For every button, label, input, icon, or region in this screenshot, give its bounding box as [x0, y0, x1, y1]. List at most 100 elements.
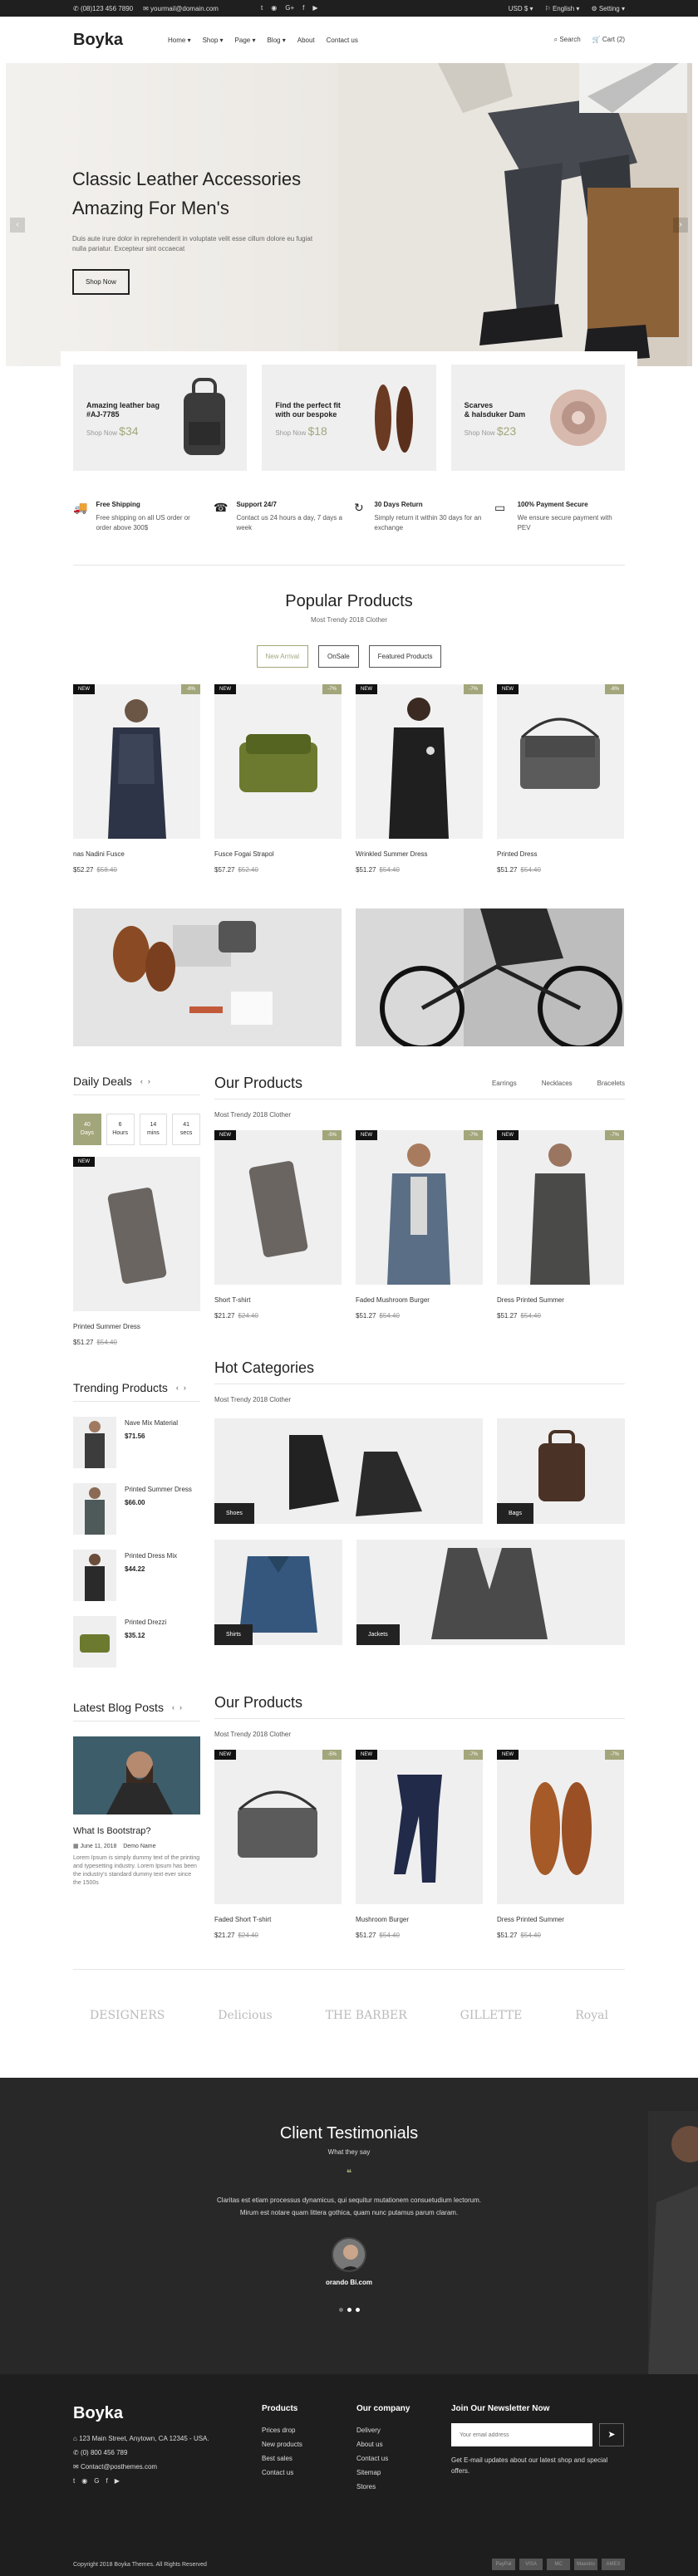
footer-link[interactable]: Prices drop	[262, 2423, 356, 2437]
promo-card[interactable]: Amazing leather bag #AJ-7785 Shop Now $3…	[73, 365, 248, 471]
cart-label[interactable]: Cart (2)	[602, 36, 625, 43]
product-name[interactable]: Faded Short T-shirt	[214, 1916, 342, 1923]
category-shirts[interactable]: Shirts	[214, 1540, 342, 1645]
trending-name[interactable]: Printed Dress Mix	[125, 1550, 177, 1560]
product-image[interactable]: NEW	[73, 1157, 200, 1311]
category-shoes[interactable]: Shoes	[214, 1418, 483, 1524]
tab-new-arrival[interactable]: New Arrival	[256, 645, 308, 668]
chevron-left-icon[interactable]: ‹	[176, 1383, 184, 1392]
trending-name[interactable]: Printed Summer Dress	[125, 1483, 192, 1494]
tab-featured[interactable]: Featured Products	[368, 645, 442, 668]
trending-name[interactable]: Printed Drezzi	[125, 1616, 166, 1627]
product-name[interactable]: Dress Printed Summer	[497, 1916, 624, 1923]
product-name[interactable]: Fusce Fogai Strapol	[214, 850, 342, 858]
product-card[interactable]: NEW -7% Mushroom Burger $51.27 $54.40	[356, 1750, 483, 1939]
category-label[interactable]: Shirts	[214, 1624, 253, 1645]
trending-image[interactable]	[73, 1483, 116, 1535]
product-name[interactable]: Faded Mushroom Burger	[356, 1296, 483, 1304]
setting-selector[interactable]: ⚙ Setting ▾	[591, 5, 625, 12]
carousel-dot[interactable]	[338, 2308, 343, 2312]
footer-link[interactable]: Best sales	[262, 2451, 356, 2466]
nav-home[interactable]: Home ▾	[168, 37, 191, 44]
tab-onsale[interactable]: OnSale	[317, 645, 359, 668]
product-name[interactable]: Printed Summer Dress	[73, 1323, 200, 1330]
product-card[interactable]: NEW -7% Wrinkled Summer Dress $51.27 $54.…	[356, 684, 483, 874]
bicycle-banner[interactable]	[356, 908, 624, 1046]
search-icon[interactable]: ⌕	[554, 36, 558, 43]
search-button[interactable]: ⌕ Search	[554, 36, 581, 44]
category-jackets[interactable]: Jackets	[356, 1540, 625, 1645]
language-selector[interactable]: ⚐ English ▾	[545, 5, 580, 12]
product-card[interactable]: NEW -8% nas Nadini Fusce $52.27 $58.40	[73, 684, 200, 874]
trending-image[interactable]	[73, 1417, 116, 1468]
brand-logo[interactable]: THE BARBER	[326, 2009, 407, 2022]
category-label[interactable]: Shoes	[214, 1503, 254, 1524]
product-image[interactable]: NEW -5%	[214, 1130, 342, 1285]
trending-image[interactable]	[73, 1616, 116, 1668]
chevron-right-icon[interactable]: ›	[148, 1077, 155, 1085]
nav-contact[interactable]: Contact us	[327, 37, 358, 44]
product-image[interactable]: NEW -5%	[214, 1750, 342, 1904]
promo-label[interactable]: Shop Now	[465, 429, 495, 437]
tab-bracelets[interactable]: Bracelets	[597, 1080, 625, 1087]
footer-link[interactable]: Stores	[356, 2480, 451, 2494]
product-image[interactable]: NEW -7%	[356, 684, 483, 839]
footer-link[interactable]: Contact us	[262, 2466, 356, 2480]
tab-earrings[interactable]: Earrings	[492, 1080, 517, 1087]
chevron-left-icon[interactable]: ‹	[172, 1703, 179, 1712]
product-name[interactable]: Dress Printed Summer	[497, 1296, 624, 1304]
hero-next-arrow[interactable]: ›	[673, 218, 688, 233]
product-card[interactable]: NEW -7% Fusce Fogai Strapol $57.27 $52.40	[214, 684, 342, 874]
brand-logo[interactable]: DESIGNERS	[90, 2009, 165, 2022]
chevron-right-icon[interactable]: ›	[184, 1383, 191, 1392]
chevron-right-icon[interactable]: ›	[179, 1703, 187, 1712]
facebook-icon[interactable]: f	[302, 4, 304, 12]
send-icon[interactable]: ➤	[607, 2430, 615, 2440]
email-text[interactable]: ✉ yourmail@domain.com	[143, 5, 219, 12]
trending-image[interactable]	[73, 1550, 116, 1601]
search-label[interactable]: Search	[559, 36, 580, 43]
product-image[interactable]: NEW -7%	[497, 1130, 624, 1285]
nav-blog[interactable]: Blog ▾	[267, 37, 285, 44]
product-image[interactable]: NEW -8%	[497, 684, 624, 839]
trending-item[interactable]: Printed Drezzi $35.12	[73, 1616, 200, 1668]
footer-link[interactable]: About us	[356, 2437, 451, 2451]
footer-logo[interactable]: Boyka	[73, 2404, 262, 2423]
promo-card[interactable]: Scarves & halsduker Dam Shop Now $23	[450, 365, 625, 471]
category-label[interactable]: Jackets	[356, 1624, 400, 1645]
product-name[interactable]: Wrinkled Summer Dress	[356, 850, 483, 858]
currency-label[interactable]: USD $	[509, 5, 528, 12]
product-image[interactable]: NEW -7%	[356, 1750, 483, 1904]
hero-prev-arrow[interactable]: ‹	[10, 218, 25, 233]
trending-item[interactable]: Nave Mix Material $71.56	[73, 1417, 200, 1468]
site-logo[interactable]: Boyka	[73, 31, 168, 50]
brand-logo[interactable]: Delicious	[218, 2009, 272, 2022]
newsletter-email-input[interactable]	[451, 2423, 592, 2446]
promo-label[interactable]: Shop Now	[275, 429, 306, 437]
promo-card[interactable]: Find the perfect fit with our bespoke Sh…	[262, 365, 436, 471]
product-name[interactable]: nas Nadini Fusce	[73, 850, 200, 858]
product-card[interactable]: NEW -8% Printed Dress $51.27 $54.40	[497, 684, 624, 874]
blog-post-title[interactable]: What Is Bootstrap?	[73, 1826, 200, 1836]
tab-necklaces[interactable]: Necklaces	[542, 1080, 573, 1087]
blog-author[interactable]: Demo Name	[123, 1844, 155, 1849]
deal-product-card[interactable]: NEW Printed Summer Dress $51.27 $54.40	[73, 1157, 200, 1346]
setting-label[interactable]: Setting	[599, 5, 620, 12]
chevron-left-icon[interactable]: ‹	[140, 1077, 148, 1085]
product-name[interactable]: Mushroom Burger	[356, 1916, 483, 1923]
product-card[interactable]: NEW -5% Short T-shirt $21.27 $24.40	[214, 1130, 342, 1320]
category-bags[interactable]: Bags	[497, 1418, 625, 1524]
twitter-icon[interactable]: t	[261, 4, 263, 12]
product-name[interactable]: Short T-shirt	[214, 1296, 342, 1304]
email-address[interactable]: yourmail@domain.com	[150, 5, 219, 12]
nav-about[interactable]: About	[297, 37, 315, 44]
product-image[interactable]: NEW -8%	[73, 684, 200, 839]
product-name[interactable]: Printed Dress	[497, 850, 624, 858]
product-image[interactable]: NEW -7%	[497, 1750, 624, 1904]
footer-link[interactable]: Contact us	[356, 2451, 451, 2466]
product-image[interactable]: NEW -7%	[356, 1130, 483, 1285]
youtube-icon[interactable]: ▶	[312, 4, 317, 12]
rss-icon[interactable]: ◉	[81, 2477, 94, 2485]
nav-shop[interactable]: Shop ▾	[203, 37, 224, 44]
google-plus-icon[interactable]: G+	[285, 4, 294, 12]
